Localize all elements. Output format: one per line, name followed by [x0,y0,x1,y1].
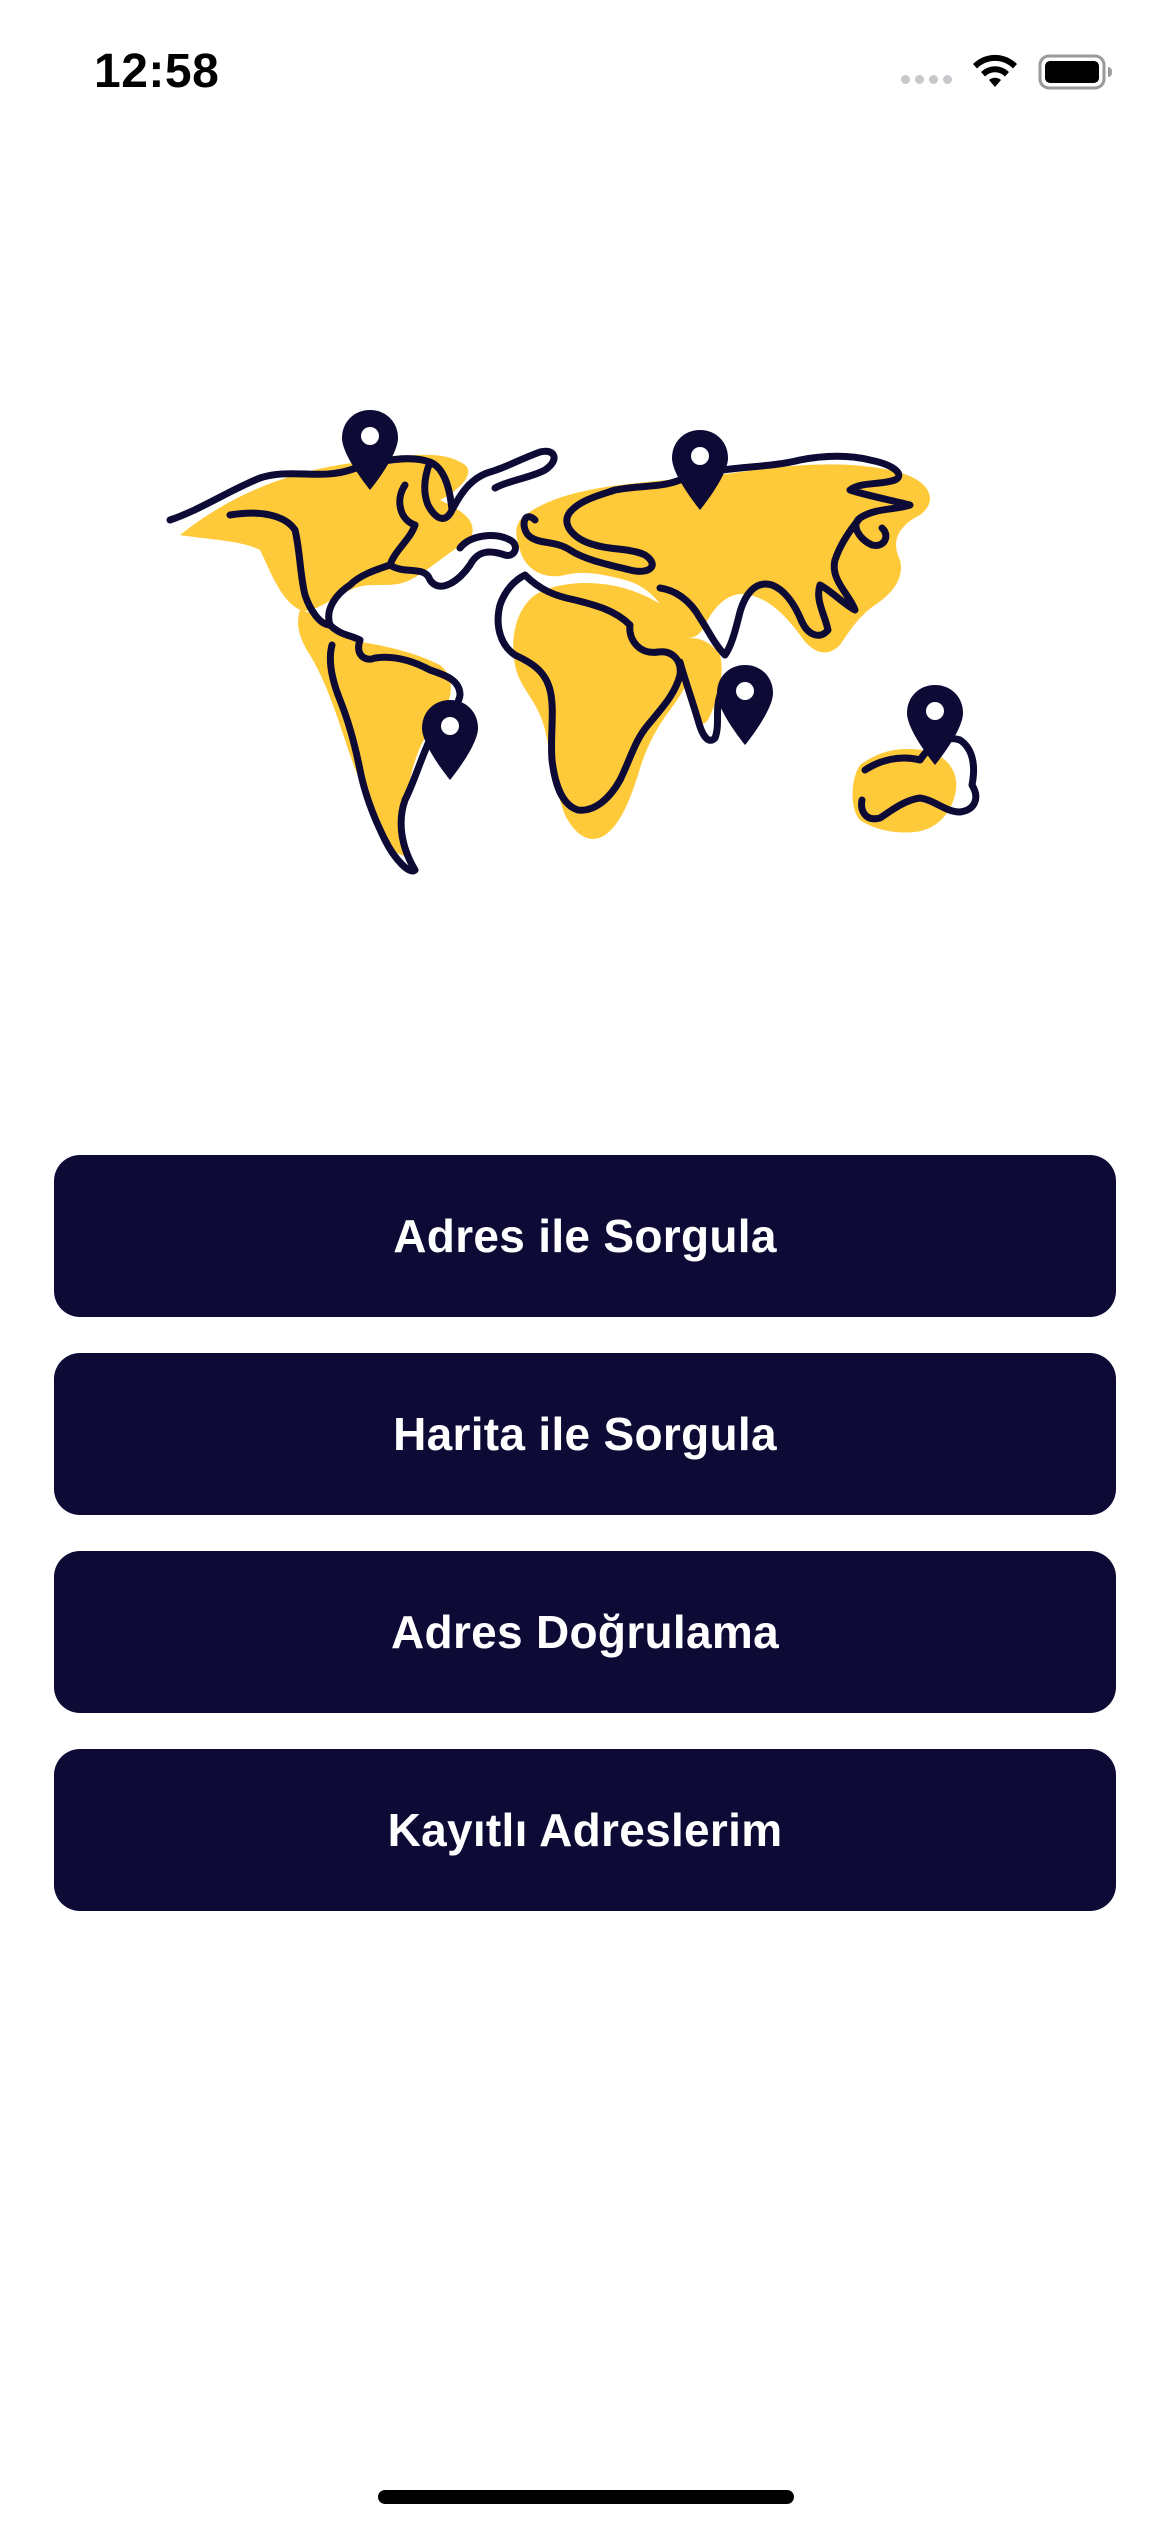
address-verification-button[interactable]: Adres Doğrulama [54,1551,1116,1713]
home-screen: 12:58 Adres ile Sorgula Harita ile Sorgu… [0,0,1170,2532]
status-bar: 12:58 [0,0,1170,140]
status-time: 12:58 [94,45,220,98]
saved-addresses-button[interactable]: Kayıtlı Adreslerim [54,1749,1116,1911]
query-by-address-button[interactable]: Adres ile Sorgula [54,1155,1116,1317]
status-icons [901,52,1114,92]
cellular-signal-icon [901,74,952,84]
battery-icon [1038,54,1112,90]
query-by-map-button[interactable]: Harita ile Sorgula [54,1353,1116,1515]
world-map-illustration [160,400,1010,920]
wifi-icon [973,54,1017,87]
home-indicator[interactable] [378,2490,794,2504]
main-menu: Adres ile Sorgula Harita ile Sorgula Adr… [54,1155,1116,1947]
